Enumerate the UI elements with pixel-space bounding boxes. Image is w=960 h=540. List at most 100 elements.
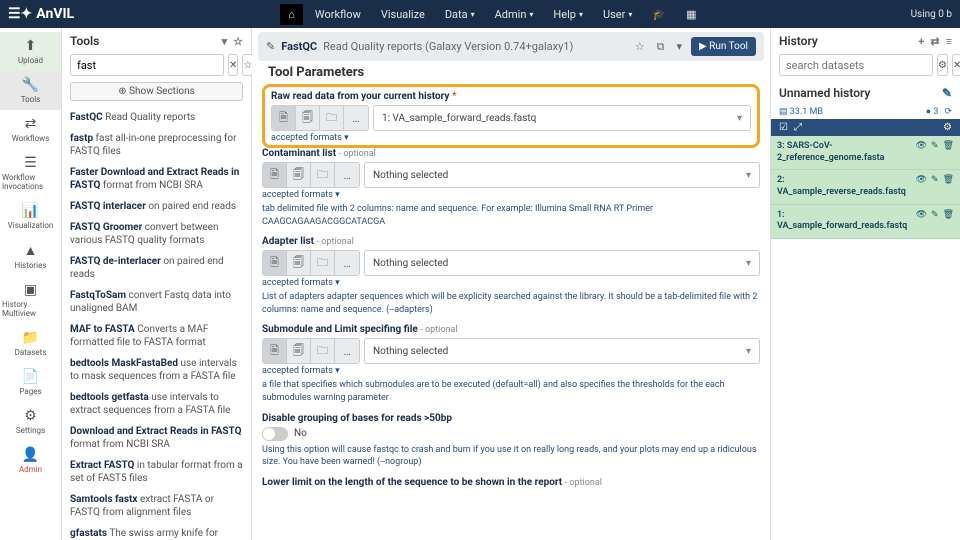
raw-read-select[interactable]: 1: VA_sample_forward_reads.fastq ▾ bbox=[373, 105, 751, 131]
rail-datasets[interactable]: 📁Datasets bbox=[0, 324, 61, 363]
multi-dataset-icon[interactable]: 🗐 bbox=[287, 163, 311, 187]
delete-icon[interactable]: 🗑 bbox=[943, 141, 954, 151]
nav-help[interactable]: Help ▾ bbox=[545, 4, 591, 25]
accepted-formats-link[interactable]: accepted formats ▾ bbox=[271, 133, 751, 143]
view-icon[interactable]: 👁 bbox=[916, 175, 927, 185]
nav-data[interactable]: Data ▾ bbox=[437, 4, 483, 25]
tool-item[interactable]: gfastats The swiss army knife for Genome… bbox=[70, 523, 243, 540]
rail-histories[interactable]: ▲Histories bbox=[0, 236, 61, 276]
submodule-select[interactable]: Nothing selected▾ bbox=[364, 338, 760, 364]
history-options-icon[interactable]: ≡ bbox=[946, 35, 952, 48]
tool-item[interactable]: Faster Download and Extract Reads in FAS… bbox=[70, 162, 243, 196]
help-text: a file that specifies which submodules a… bbox=[262, 379, 760, 404]
tool-item[interactable]: Extract FASTQ in tabular format from a s… bbox=[70, 455, 243, 489]
view-icon[interactable]: 👁 bbox=[916, 210, 927, 220]
single-dataset-icon[interactable]: 🗎 bbox=[263, 339, 287, 363]
wand-icon: ✎ bbox=[266, 40, 275, 53]
view-icon[interactable]: 👁 bbox=[916, 141, 927, 151]
history-item[interactable]: 1: VA_sample_forward_reads.fastq👁✎🗑 bbox=[771, 205, 960, 239]
learn-icon[interactable]: 🎓 bbox=[644, 4, 674, 25]
disable-grouping-toggle[interactable] bbox=[262, 427, 288, 441]
panel-dropdown-icon[interactable]: ▾ bbox=[222, 35, 228, 48]
rail-upload[interactable]: ⬆Upload bbox=[0, 32, 61, 71]
nav-workflow[interactable]: Workflow bbox=[307, 4, 369, 25]
rail-tools[interactable]: 🔧Tools bbox=[0, 71, 61, 110]
gear-icon[interactable]: ⚙ bbox=[943, 122, 952, 133]
accepted-formats-link[interactable]: accepted formats ▾ bbox=[262, 366, 760, 376]
rail-workflows[interactable]: ⇄Workflows bbox=[0, 110, 61, 149]
rail-settings[interactable]: ⚙Settings bbox=[0, 402, 61, 441]
nav-home[interactable]: ⌂ bbox=[280, 4, 303, 25]
select-all-icon[interactable]: ☑ bbox=[779, 122, 788, 133]
history-clear-button[interactable]: ✕ bbox=[952, 54, 960, 76]
history-item[interactable]: 2: VA_sample_reverse_reads.fastq👁✎🗑 bbox=[771, 170, 960, 204]
parameters-heading: Tool Parameters bbox=[252, 61, 770, 84]
tool-item[interactable]: bedtools MaskFastaBed use intervals to m… bbox=[70, 353, 243, 387]
tool-item[interactable]: FASTQ de-interlacer on paired end reads bbox=[70, 251, 243, 285]
single-dataset-icon[interactable]: 🗎 bbox=[263, 251, 287, 275]
delete-icon[interactable]: 🗑 bbox=[943, 175, 954, 185]
single-dataset-icon[interactable]: 🗎 bbox=[263, 163, 287, 187]
tool-item[interactable]: FASTQ interlacer on paired end reads bbox=[70, 196, 243, 217]
tool-item[interactable]: fastp fast all-in-one preprocessing for … bbox=[70, 128, 243, 162]
tool-item[interactable]: Download and Extract Reads in FASTQ form… bbox=[70, 421, 243, 455]
edit-icon[interactable]: ✎ bbox=[931, 210, 939, 220]
star-icon[interactable]: ☆ bbox=[233, 35, 243, 48]
history-size: 33.1 MB bbox=[790, 107, 823, 117]
history-search-input[interactable] bbox=[779, 54, 933, 76]
edit-icon[interactable]: ✎ bbox=[931, 141, 939, 151]
tool-item[interactable]: MAF to FASTA Converts a MAF formatted fi… bbox=[70, 319, 243, 353]
history-item[interactable]: 3: SARS-CoV-2_reference_genome.fasta👁✎🗑 bbox=[771, 136, 960, 170]
browse-icon[interactable]: … bbox=[335, 339, 359, 363]
tools-search-input[interactable] bbox=[70, 54, 224, 76]
help-text: tab delimited file with 2 columns: name … bbox=[262, 203, 760, 228]
refresh-icon[interactable]: ⟳ bbox=[944, 107, 952, 117]
edit-history-icon[interactable]: ✎ bbox=[942, 86, 952, 100]
new-history-icon[interactable]: + bbox=[918, 35, 924, 48]
multi-dataset-icon[interactable]: 🗐 bbox=[287, 339, 311, 363]
clear-search-button[interactable]: ✕ bbox=[228, 54, 238, 76]
rail-pages[interactable]: 📄Pages bbox=[0, 363, 61, 402]
nav-user[interactable]: User ▾ bbox=[595, 4, 640, 25]
tool-item[interactable]: Samtools fastx extract FASTA or FASTQ fr… bbox=[70, 489, 243, 523]
tools-panel: Tools ▾ ☆ ✕ ☆ ⊕ Show Sections FastQC Rea… bbox=[62, 28, 252, 540]
tool-item[interactable]: FastQC Read Quality reports bbox=[70, 107, 243, 128]
accepted-formats-link[interactable]: accepted formats ▾ bbox=[262, 190, 760, 200]
tool-item[interactable]: bedtools getfasta use intervals to extra… bbox=[70, 387, 243, 421]
show-sections-button[interactable]: ⊕ Show Sections bbox=[70, 82, 243, 101]
multi-dataset-icon[interactable]: 🗐 bbox=[287, 251, 311, 275]
tool-version: Read Quality reports (Galaxy Version 0.7… bbox=[323, 40, 573, 53]
collection-icon[interactable]: 🗀 bbox=[320, 106, 344, 130]
options-dropdown-icon[interactable]: ▾ bbox=[673, 40, 685, 53]
brand-logo: ☰✦ AnVIL bbox=[8, 6, 74, 22]
expand-icon[interactable]: ⤢ bbox=[794, 122, 802, 133]
accepted-formats-link[interactable]: accepted formats ▾ bbox=[262, 278, 760, 288]
edit-icon[interactable]: ✎ bbox=[931, 175, 939, 185]
multi-dataset-icon[interactable]: 🗐 bbox=[296, 106, 320, 130]
rail-history-multiview[interactable]: ▣History Multiview bbox=[0, 276, 61, 324]
run-tool-button[interactable]: ▶ Run Tool bbox=[691, 37, 756, 56]
nav-admin[interactable]: Admin ▾ bbox=[487, 4, 542, 25]
browse-icon[interactable]: … bbox=[335, 163, 359, 187]
adapter-select[interactable]: Nothing selected▾ bbox=[364, 250, 760, 276]
rail-admin[interactable]: 👤Admin bbox=[0, 441, 61, 480]
switch-history-icon[interactable]: ⇄ bbox=[930, 35, 939, 48]
collection-icon[interactable]: 🗀 bbox=[311, 339, 335, 363]
favorite-tool-icon[interactable]: ☆ bbox=[632, 40, 648, 53]
collection-icon[interactable]: 🗀 bbox=[311, 163, 335, 187]
browse-icon[interactable]: … bbox=[335, 251, 359, 275]
grid-icon[interactable]: ▦ bbox=[678, 4, 704, 25]
highlighted-param: Raw read data from your current history … bbox=[262, 84, 760, 148]
rail-visualization[interactable]: 📊Visualization bbox=[0, 197, 61, 236]
tool-item[interactable]: FastqToSam convert Fastq data into unali… bbox=[70, 285, 243, 319]
versions-icon[interactable]: ⧉ bbox=[654, 40, 668, 54]
contaminant-select[interactable]: Nothing selected▾ bbox=[364, 162, 760, 188]
nav-visualize[interactable]: Visualize bbox=[373, 4, 433, 25]
history-filter-button[interactable]: ⚙ bbox=[937, 54, 948, 76]
browse-icon[interactable]: … bbox=[344, 106, 368, 130]
tool-item[interactable]: FASTQ Groomer convert between various FA… bbox=[70, 217, 243, 251]
collection-icon[interactable]: 🗀 bbox=[311, 251, 335, 275]
delete-icon[interactable]: 🗑 bbox=[943, 210, 954, 220]
single-dataset-icon[interactable]: 🗎 bbox=[272, 106, 296, 130]
rail-workflow-invocations[interactable]: ☰Workflow Invocations bbox=[0, 149, 61, 197]
